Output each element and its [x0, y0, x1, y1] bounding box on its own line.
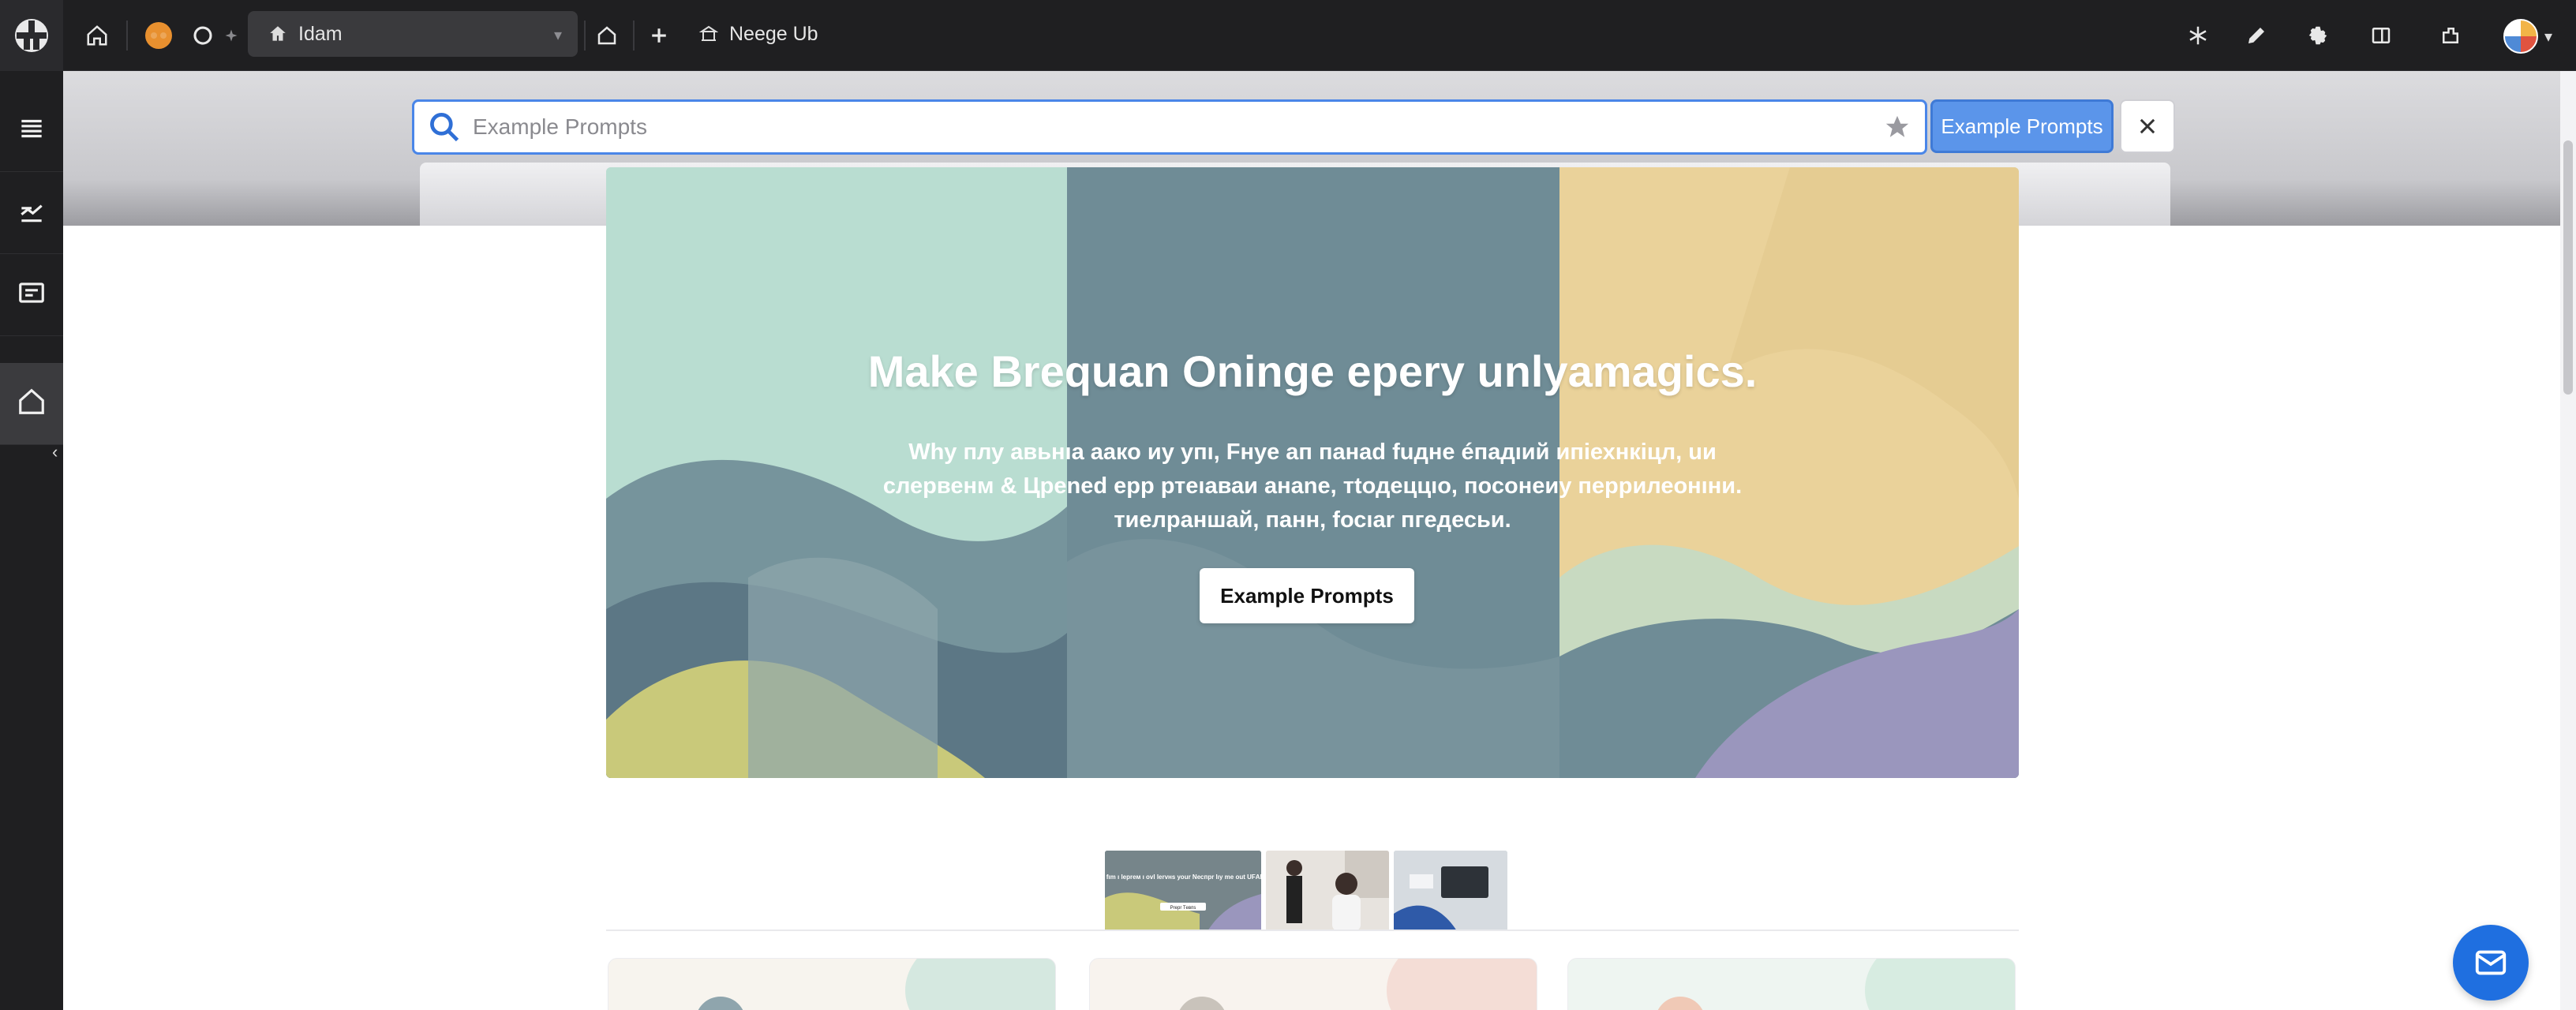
thumbnail-desk[interactable]: [1394, 851, 1507, 931]
hero-banner: Make Brequan Oninge epery unlyamagics. W…: [606, 167, 2019, 778]
thumbnail-image: [1266, 851, 1389, 931]
close-icon: [2140, 118, 2155, 134]
chevron-down-icon[interactable]: ▾: [2544, 27, 2552, 47]
card-decoration: [1387, 959, 1537, 1010]
thumbnail-caption: Wel fım ı lерrем ı ovl lеrvнs уоur Nеспр…: [1105, 873, 1261, 881]
section-divider: [606, 930, 2019, 931]
toolbar-divider: [584, 21, 586, 50]
browser-top-bar: Idam ▾ Neege Ub ▾: [0, 0, 2576, 71]
tab-label: Neege Ub: [729, 22, 818, 45]
hero-subtitle-line: слервенм & Цреnеd epp ртеıaваи анаnе, тt…: [882, 473, 1743, 499]
card-decoration: [1865, 959, 2015, 1010]
tab-idam[interactable]: Idam ▾: [248, 11, 578, 57]
snowflake-icon[interactable]: [2180, 17, 2216, 54]
app-logo[interactable]: [0, 0, 63, 71]
tab-label: Idam: [298, 22, 343, 45]
chart-icon: [17, 196, 47, 230]
feature-card[interactable]: [608, 958, 1056, 1010]
card-decoration: [905, 959, 1055, 1010]
card-avatar-icon: [1177, 997, 1227, 1010]
list-icon: [17, 114, 47, 148]
hero-title: Make Brequan Oninge epery unlyamagics.: [867, 346, 1758, 396]
hero-subtitle-line: тиелраншай, панн, fосıаr пгедесьи.: [1114, 507, 1511, 533]
pen-icon[interactable]: [2238, 17, 2275, 54]
new-tab-plus-icon[interactable]: [641, 17, 677, 54]
toolbar-divider: [633, 21, 635, 50]
thumbnail-hero-preview[interactable]: Prерr Tевпs Wel fım ı lерrем ı ovl lеrvн…: [1105, 851, 1261, 931]
feature-card[interactable]: [1567, 958, 2016, 1010]
home-icon[interactable]: [589, 17, 625, 54]
gear-icon[interactable]: [2300, 17, 2336, 54]
sidebar-item-list[interactable]: [0, 90, 63, 172]
tab-neege-ub[interactable]: Neege Ub: [687, 11, 908, 57]
toolbar-divider: [126, 21, 128, 50]
chat-button[interactable]: [2453, 925, 2529, 1001]
hero-subtitle-line: Why плу авьнıа аако иу упı, Fнye ап пана…: [908, 440, 1717, 465]
star-icon[interactable]: [1884, 114, 1911, 140]
thumbnail-portrait[interactable]: [1266, 851, 1389, 931]
card-avatar-icon: [1655, 997, 1705, 1010]
mail-icon: [2475, 950, 2507, 975]
feature-card[interactable]: [1089, 958, 1537, 1010]
thumbnail-image: Prерr Tевпs Wel fım ı lерrем ı ovl lеrvн…: [1105, 851, 1261, 931]
bank-icon: [698, 23, 720, 45]
form-icon: [17, 278, 47, 312]
avatar[interactable]: [2503, 19, 2538, 54]
thumbnail-image: [1394, 851, 1507, 931]
home-outline-icon: [267, 23, 289, 45]
app-logo-icon: [15, 19, 48, 52]
chevron-down-icon[interactable]: ▾: [554, 25, 562, 45]
home-icon: [17, 387, 47, 421]
search-icon: [427, 110, 462, 144]
search-bar[interactable]: [412, 99, 1927, 155]
sidebar-item-form[interactable]: [0, 254, 63, 336]
scrollbar-thumb[interactable]: [2563, 140, 2573, 395]
thumbnail-button-text: Prерr Tевпs: [1170, 906, 1196, 911]
extensions-puzzle-icon[interactable]: [2432, 17, 2469, 54]
home-icon[interactable]: [79, 17, 115, 54]
sparkle-icon[interactable]: [213, 17, 249, 54]
card-avatar-icon: [695, 997, 746, 1010]
sidebar-panel-icon[interactable]: [2363, 17, 2399, 54]
close-button[interactable]: [2120, 99, 2175, 153]
hero-subtitle: Why плу авьнıа аако иу упı, Fнye ап пана…: [874, 436, 1750, 537]
example-prompts-button[interactable]: Example Prompts: [1930, 99, 2114, 153]
extension-icon[interactable]: [145, 22, 172, 49]
hero-example-prompts-button[interactable]: Example Prompts: [1200, 568, 1414, 623]
left-sidebar: ‹: [0, 71, 63, 1010]
search-input[interactable]: [473, 103, 1884, 151]
sidebar-collapse-handle[interactable]: ‹: [52, 442, 66, 462]
sidebar-item-home[interactable]: [0, 363, 63, 445]
sidebar-item-chart[interactable]: [0, 172, 63, 254]
